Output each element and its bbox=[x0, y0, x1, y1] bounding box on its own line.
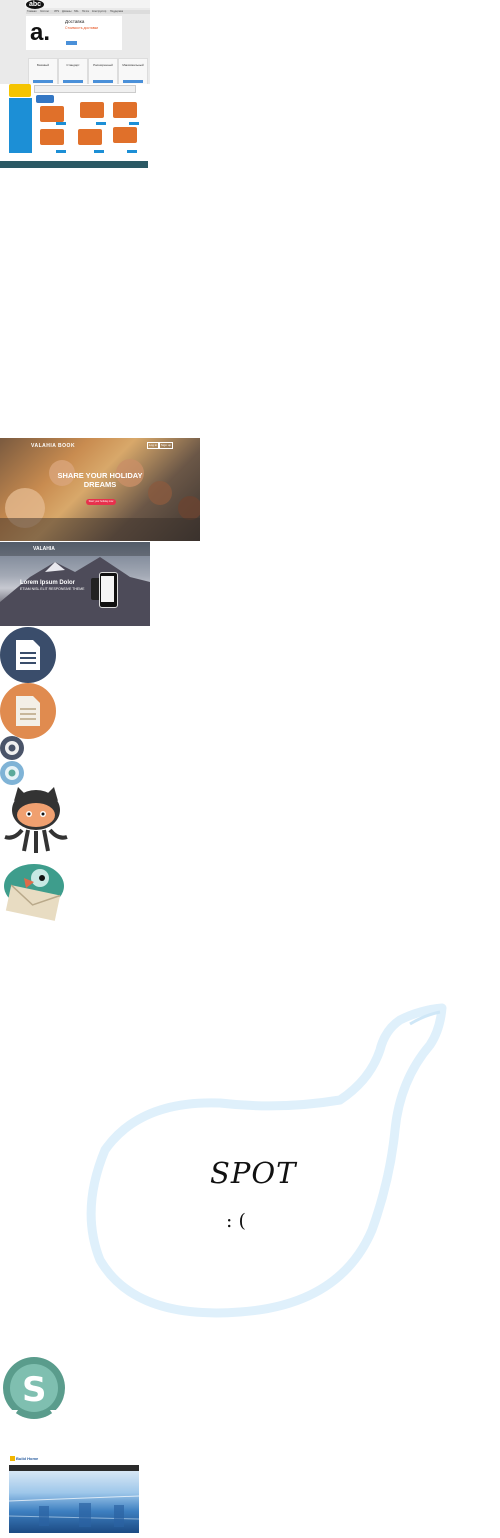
product-image[interactable] bbox=[40, 129, 64, 145]
plan-button[interactable] bbox=[33, 80, 53, 83]
nav-item[interactable]: Конструктор bbox=[92, 10, 106, 14]
people-photo bbox=[0, 459, 200, 541]
skype-monster-icon: S bbox=[3, 1357, 65, 1419]
nav-item[interactable]: Почта bbox=[82, 10, 89, 14]
document-icon bbox=[0, 683, 56, 739]
document-icon bbox=[16, 640, 40, 670]
octocat-icon bbox=[4, 787, 68, 853]
hero-subheadline: ETIAM NISL ELIT RESPONSIVE THEME bbox=[20, 587, 85, 591]
sad-face-text: : ( bbox=[226, 1210, 246, 1232]
brand-name[interactable]: VALAHIA bbox=[33, 546, 55, 552]
hero-headline: Lorem Ipsum Dolor bbox=[20, 580, 76, 586]
plan-button[interactable] bbox=[93, 80, 113, 83]
nav-item[interactable]: SSL bbox=[74, 10, 79, 14]
product-image[interactable] bbox=[113, 102, 137, 118]
top-nav bbox=[0, 542, 150, 556]
buy-button[interactable] bbox=[96, 122, 106, 125]
plan-button[interactable] bbox=[63, 80, 83, 83]
promo-button[interactable] bbox=[66, 41, 77, 45]
shop-footer bbox=[0, 161, 148, 168]
plan-name: Стандарт bbox=[66, 63, 80, 67]
target-icon bbox=[0, 736, 24, 760]
search-input[interactable] bbox=[34, 85, 136, 93]
hero-headline: SHARE YOUR HOLIDAY DREAMS bbox=[57, 471, 143, 489]
nav-item[interactable]: Хостинг bbox=[40, 10, 49, 14]
target-icon bbox=[5, 741, 19, 755]
eye-icon bbox=[5, 766, 19, 780]
plan-button[interactable] bbox=[123, 80, 143, 83]
abc-hosting-screenshot: abc Главная Хостинг VPS Домены SSL Почта… bbox=[0, 0, 150, 84]
document-icon bbox=[0, 627, 56, 683]
plan-card[interactable]: Базовый bbox=[28, 58, 58, 84]
document-icon bbox=[16, 696, 40, 726]
product-image[interactable] bbox=[36, 95, 54, 103]
plan-card[interactable]: Расширенный bbox=[88, 58, 118, 84]
brand-letter: a. bbox=[30, 19, 51, 46]
buy-button[interactable] bbox=[56, 150, 66, 153]
product-image[interactable] bbox=[40, 106, 64, 122]
buy-button[interactable] bbox=[127, 150, 137, 153]
mountain-app-screenshot: VALAHIA Lorem Ipsum Dolor ETIAM NISL ELI… bbox=[0, 542, 150, 626]
bubble-title: SPOT bbox=[210, 1156, 297, 1190]
brand-name[interactable]: VALAHIA BOOK bbox=[31, 443, 75, 449]
svg-text:S: S bbox=[22, 1370, 47, 1410]
nav-item[interactable]: Поддержка bbox=[110, 10, 123, 14]
plan-name: Базовый bbox=[36, 63, 50, 67]
product-image[interactable] bbox=[80, 102, 104, 118]
shop-logo[interactable] bbox=[9, 84, 31, 97]
nav-item[interactable]: Домены bbox=[62, 10, 71, 14]
buy-button[interactable] bbox=[56, 122, 66, 125]
site-title[interactable]: Build Home bbox=[16, 1456, 38, 1461]
shop-screenshot bbox=[0, 84, 148, 168]
cta-button[interactable]: Start your holiday now bbox=[86, 499, 116, 505]
eye-icon bbox=[0, 761, 24, 785]
warehouse-structure bbox=[9, 1495, 139, 1527]
login-button[interactable]: Log in bbox=[147, 442, 159, 449]
promo-subline: Стоимость доставки bbox=[65, 26, 99, 30]
product-image[interactable] bbox=[78, 129, 102, 145]
logo-icon bbox=[10, 1456, 15, 1461]
nav-item[interactable]: VPS bbox=[54, 10, 59, 14]
signup-button[interactable]: Sign up bbox=[159, 442, 173, 449]
product-image[interactable] bbox=[113, 127, 137, 143]
holiday-hero-screenshot: VALAHIA BOOK Log in Sign up SHARE YOUR H… bbox=[0, 438, 200, 541]
phone-screen bbox=[101, 576, 114, 602]
build-home-screenshot: Build Home bbox=[0, 1450, 150, 1538]
plan-card[interactable]: Максимальный bbox=[118, 58, 148, 84]
buy-button[interactable] bbox=[94, 150, 104, 153]
bird-mail-icon bbox=[4, 864, 64, 921]
buy-button[interactable] bbox=[129, 122, 139, 125]
plan-name: Расширенный bbox=[93, 63, 113, 67]
category-sidebar[interactable] bbox=[9, 98, 32, 153]
plan-card[interactable]: Стандарт bbox=[58, 58, 88, 84]
abc-logo[interactable]: abc bbox=[26, 0, 44, 9]
plans-row: Базовый Стандарт Расширенный Максимальны… bbox=[26, 58, 150, 84]
nav-item[interactable]: Главная bbox=[27, 10, 37, 14]
promo-heading: Доставка bbox=[65, 19, 85, 24]
plan-name: Максимальный bbox=[122, 63, 144, 67]
